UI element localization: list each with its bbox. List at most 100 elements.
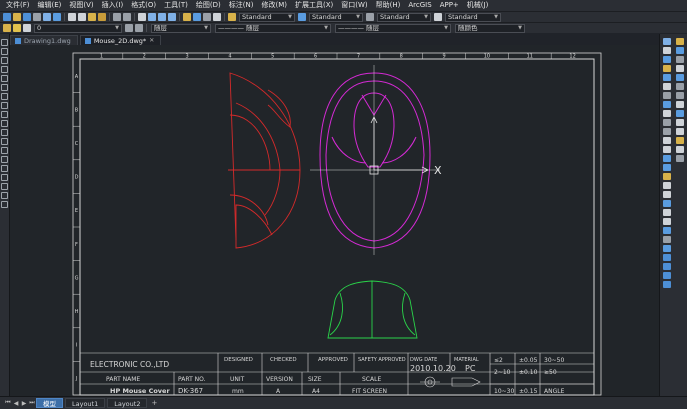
zoom-window-icon[interactable] — [158, 13, 166, 21]
publish-icon[interactable] — [53, 13, 61, 21]
dim-style-select[interactable]: Standard ▼ — [309, 12, 363, 22]
scale-icon[interactable] — [662, 101, 671, 108]
menu-tools[interactable]: 工具(T) — [160, 0, 192, 11]
multiline-text-icon[interactable] — [1, 201, 8, 208]
edit-spline-icon[interactable] — [662, 227, 671, 234]
polyline-icon[interactable] — [1, 57, 8, 64]
copy-object-icon[interactable] — [662, 47, 671, 54]
save-icon[interactable] — [23, 13, 31, 21]
stretch-icon[interactable] — [662, 110, 671, 117]
print-preview-icon[interactable] — [43, 13, 51, 21]
menu-window[interactable]: 窗口(W) — [337, 0, 371, 11]
new-file-icon[interactable] — [3, 13, 11, 21]
baseline-dimension-icon[interactable] — [676, 119, 685, 126]
move-icon[interactable] — [662, 83, 671, 90]
ungroup-icon[interactable] — [662, 272, 671, 279]
calculator-icon[interactable] — [213, 13, 221, 21]
menu-edit[interactable]: 编辑(E) — [34, 0, 66, 11]
menu-extensions[interactable]: 扩展工具(X) — [291, 0, 337, 11]
properties-palette-icon[interactable] — [662, 236, 671, 243]
tab-mouse-2d[interactable]: Mouse_2D.dwg* ✕ — [79, 35, 162, 46]
drawing-canvas[interactable]: 1 2 3 4 5 6 7 8 9 10 11 12 ABCDEFGHIJ X … — [10, 45, 659, 396]
line-tool-icon[interactable] — [1, 39, 8, 46]
dimension-ordinate-icon[interactable] — [676, 74, 685, 81]
menu-help[interactable]: 帮助(H) — [372, 0, 405, 11]
tab-layout1[interactable]: Layout1 — [65, 398, 106, 408]
tab-layout2[interactable]: Layout2 — [107, 398, 148, 408]
table-style-select[interactable]: Standard ▼ — [377, 12, 431, 22]
paste-icon[interactable] — [88, 13, 96, 21]
menu-file[interactable]: 文件(F) — [2, 0, 34, 11]
mirror-icon[interactable] — [662, 56, 671, 63]
dimension-radius-icon[interactable] — [676, 83, 685, 90]
quick-dimension-icon[interactable] — [676, 110, 685, 117]
join-icon[interactable] — [662, 146, 671, 153]
layer-state-icon[interactable] — [13, 24, 21, 32]
chamfer-icon[interactable] — [662, 155, 671, 162]
next-layout-icon[interactable]: ▶ — [20, 400, 28, 407]
multileader-style-select[interactable]: Standard ▼ — [445, 12, 501, 22]
dimension-linear-icon[interactable] — [676, 47, 685, 54]
offset-icon[interactable] — [662, 65, 671, 72]
ellipse-icon[interactable] — [1, 120, 8, 127]
arc-icon[interactable] — [1, 84, 8, 91]
text-style-select[interactable]: Standard ▼ — [239, 12, 295, 22]
dimension-aligned-icon[interactable] — [676, 56, 685, 63]
linetype-select[interactable]: ———— 随层 ▼ — [215, 23, 331, 33]
insert-block-icon[interactable] — [1, 138, 8, 145]
menu-arcgis[interactable]: ArcGIS — [404, 0, 435, 11]
plot-style-select[interactable]: 随颜色 ▼ — [455, 23, 525, 33]
copy-icon[interactable] — [78, 13, 86, 21]
overkill-icon[interactable] — [662, 281, 671, 288]
circle-icon[interactable] — [1, 93, 8, 100]
break-icon[interactable] — [662, 137, 671, 144]
tab-drawing1[interactable]: Drawing1.dwg — [10, 35, 78, 45]
menu-app-plus[interactable]: APP+ — [436, 0, 463, 11]
open-file-icon[interactable] — [13, 13, 21, 21]
trim-icon[interactable] — [662, 119, 671, 126]
edit-polyline-icon[interactable] — [662, 218, 671, 225]
explode-icon[interactable] — [662, 173, 671, 180]
last-layout-icon[interactable]: ⏭ — [28, 399, 36, 407]
match-properties-icon[interactable] — [98, 13, 106, 21]
favorites-icon[interactable] — [676, 38, 685, 45]
extend-icon[interactable] — [662, 128, 671, 135]
properties-icon[interactable] — [183, 13, 191, 21]
menu-dimension[interactable]: 标注(N) — [225, 0, 258, 11]
dimension-edit-icon[interactable] — [676, 155, 685, 162]
ellipse-arc-icon[interactable] — [1, 129, 8, 136]
zoom-realtime-icon[interactable] — [148, 13, 156, 21]
point-icon[interactable] — [1, 156, 8, 163]
menu-modify[interactable]: 修改(M) — [257, 0, 291, 11]
first-layout-icon[interactable]: ⏮ — [4, 399, 12, 407]
design-center-icon[interactable] — [193, 13, 201, 21]
measure-icon[interactable] — [662, 209, 671, 216]
continue-dimension-icon[interactable] — [676, 128, 685, 135]
divide-icon[interactable] — [662, 200, 671, 207]
make-block-icon[interactable] — [1, 147, 8, 154]
gradient-icon[interactable] — [1, 174, 8, 181]
menu-insert[interactable]: 插入(I) — [98, 0, 128, 11]
lengthen-icon[interactable] — [662, 182, 671, 189]
menu-draw[interactable]: 绘图(D) — [192, 0, 225, 11]
close-icon[interactable]: ✕ — [149, 36, 154, 46]
undo-icon[interactable] — [113, 13, 121, 21]
make-current-layer-icon[interactable] — [125, 24, 133, 32]
layer-manager-icon[interactable] — [3, 24, 11, 32]
table-icon[interactable] — [1, 192, 8, 199]
menu-format[interactable]: 格式(O) — [127, 0, 160, 11]
redo-icon[interactable] — [123, 13, 131, 21]
dimension-arc-icon[interactable] — [676, 65, 685, 72]
quick-select-icon[interactable] — [662, 245, 671, 252]
center-mark-icon[interactable] — [676, 146, 685, 153]
draw-order-icon[interactable] — [662, 254, 671, 261]
erase-icon[interactable] — [662, 38, 671, 45]
tolerance-icon[interactable] — [676, 137, 685, 144]
cut-icon[interactable] — [68, 13, 76, 21]
menu-mechanical[interactable]: 机械(J) — [463, 0, 493, 11]
prev-layout-icon[interactable]: ◀ — [12, 400, 20, 407]
group-icon[interactable] — [662, 263, 671, 270]
fillet-icon[interactable] — [662, 164, 671, 171]
array-icon[interactable] — [662, 74, 671, 81]
menu-view[interactable]: 视图(V) — [65, 0, 97, 11]
